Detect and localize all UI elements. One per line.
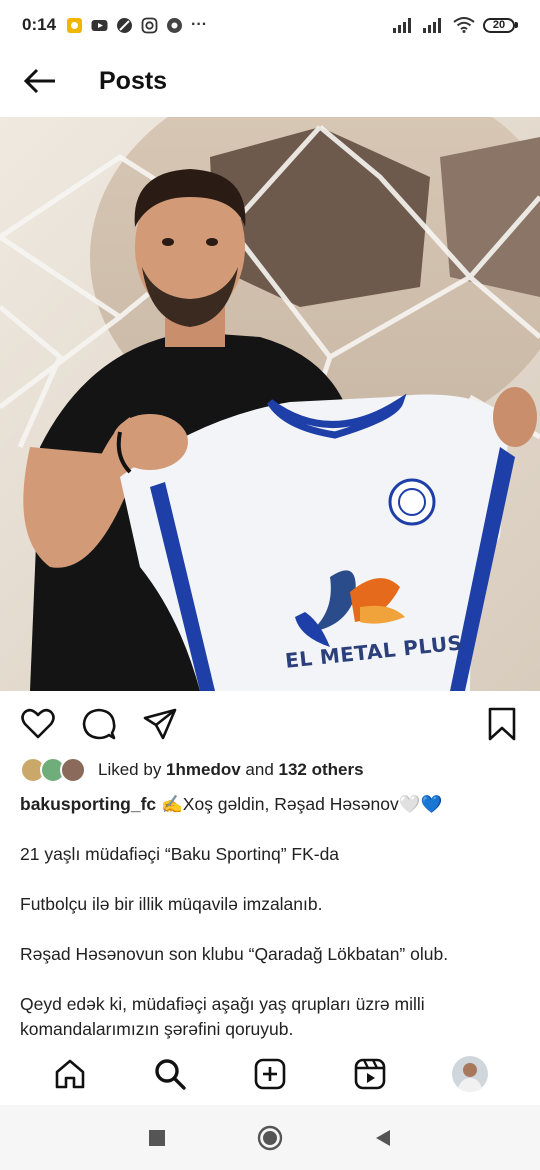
chrome-icon — [167, 17, 183, 33]
post-image[interactable]: EL METAL PLUS — [0, 117, 540, 691]
battery-indicator: 20 — [483, 17, 518, 33]
likes-user-link[interactable]: 1hmedov — [166, 760, 241, 779]
search-icon — [155, 1059, 186, 1090]
likes-prefix: Liked by — [98, 760, 167, 779]
page-title: Posts — [99, 66, 168, 95]
caption-line: Rəşad Həsənovun son klubu “Qaradağ Lökba… — [20, 944, 449, 964]
comment-icon[interactable] — [81, 706, 117, 742]
caption-line: Futbolçu ilə bir illik müqavilə imzalanı… — [20, 894, 323, 914]
youtube-icon — [91, 19, 108, 31]
caption-first-line: bakusporting_fc ✍️Xoş gəldin, Rəşad Həsə… — [20, 792, 525, 817]
likes-summary: Liked by 1hmedov and 132 others — [98, 760, 364, 780]
nav-profile[interactable] — [450, 1054, 490, 1094]
system-navigation — [0, 1105, 540, 1170]
blocked-icon — [117, 17, 133, 33]
back-arrow-icon — [23, 68, 55, 94]
notification-icon — [67, 17, 83, 33]
recents-square-icon — [148, 1129, 165, 1146]
liker-avatar-3 — [60, 757, 86, 783]
profile-avatar — [452, 1056, 488, 1092]
create-post-icon — [254, 1058, 286, 1090]
nav-create[interactable] — [250, 1054, 290, 1094]
likes-row[interactable]: Liked by 1hmedov and 132 others — [20, 757, 364, 783]
like-heart-icon[interactable] — [20, 706, 56, 742]
nav-home[interactable] — [50, 1054, 90, 1094]
top-header: Posts — [0, 50, 540, 112]
instagram-icon — [141, 17, 158, 33]
bottom-navigation — [0, 1045, 540, 1103]
post-photo — [0, 117, 540, 691]
status-right: 20 — [393, 17, 518, 33]
status-icons-left: ··· — [66, 16, 207, 34]
caption-line: 21 yaşlı müdafiəçi “Baku Sportinq” FK-da — [20, 844, 340, 864]
recents-button[interactable] — [142, 1123, 172, 1153]
back-triangle-icon — [376, 1129, 391, 1146]
post-caption: bakusporting_fc ✍️Xoş gəldin, Rəşad Həsə… — [20, 792, 525, 1040]
post-actions — [0, 700, 540, 746]
home-icon — [55, 1059, 85, 1089]
back-button[interactable] — [0, 50, 80, 112]
status-bar: 0:14 ··· 20 — [0, 0, 540, 50]
nav-reels[interactable] — [350, 1054, 390, 1094]
likes-count-link[interactable]: 132 others — [279, 760, 364, 779]
home-circle-icon — [257, 1125, 283, 1150]
caption-headline: ✍️Xoş gəldin, Rəşad Həsənov🤍💙 — [156, 794, 443, 814]
likes-middle: and — [240, 760, 279, 779]
bookmark-icon[interactable] — [484, 706, 520, 742]
caption-line: Qeyd edək ki, müdafiəçi aşağı yaş qrupla… — [20, 994, 425, 1014]
status-time: 0:14 — [22, 15, 57, 34]
nav-search[interactable] — [150, 1054, 190, 1094]
battery-level: 20 — [483, 17, 515, 33]
more-dots-icon: ··· — [191, 16, 208, 33]
battery-tip — [515, 22, 518, 28]
reels-icon — [354, 1058, 386, 1090]
signal-icon-2 — [423, 18, 441, 33]
home-system-button[interactable] — [255, 1123, 285, 1153]
wifi-icon — [453, 17, 475, 33]
share-send-icon[interactable] — [142, 706, 178, 742]
caption-line: komandalarımızın şərəfini qoruyub. — [20, 1019, 294, 1039]
caption-username[interactable]: bakusporting_fc — [20, 794, 156, 814]
liker-avatars — [20, 757, 90, 783]
back-system-button[interactable] — [368, 1123, 398, 1153]
signal-icon — [393, 18, 411, 33]
